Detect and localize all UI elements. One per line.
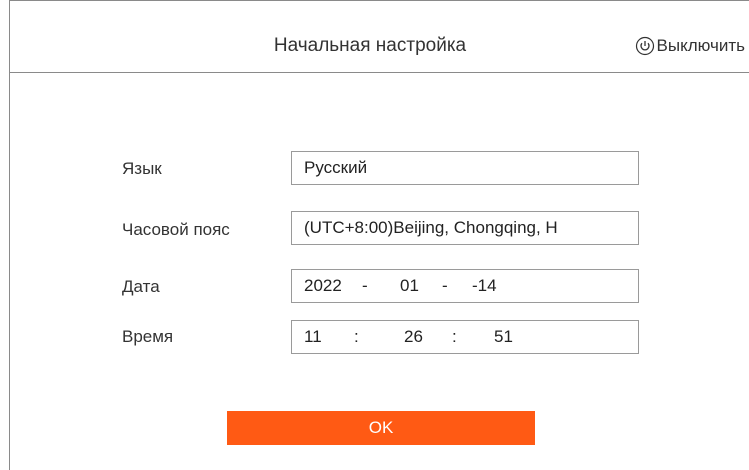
time-separator: : [452, 327, 457, 346]
date-separator: - [442, 276, 448, 295]
language-select[interactable]: Русский [291, 151, 639, 185]
date-separator: - [362, 276, 368, 295]
date-label: Дата [122, 277, 160, 296]
ok-button[interactable]: OK [227, 411, 535, 445]
page-title: Начальная настройка [273, 35, 467, 56]
date-day[interactable]: -14 [472, 276, 497, 296]
time-second[interactable]: 51 [494, 327, 513, 347]
date-month[interactable]: 01 [400, 276, 442, 296]
time-separator: : [354, 327, 359, 346]
timezone-value: (UTC+8:00)Beijing, Chongqing, H [304, 218, 558, 237]
language-label: Язык [122, 159, 162, 178]
time-hour[interactable]: 11 [304, 327, 354, 347]
power-icon [635, 36, 654, 56]
time-minute[interactable]: 26 [404, 327, 452, 347]
time-label: Время [122, 327, 174, 346]
timezone-select[interactable]: (UTC+8:00)Beijing, Chongqing, H [291, 211, 639, 245]
shutdown-button[interactable]: Выключить [635, 36, 745, 56]
time-field[interactable]: 11 : 26 : 51 [291, 320, 639, 354]
date-field[interactable]: 2022 - 01 - -14 [291, 269, 639, 303]
timezone-label: Часовой пояс [122, 220, 230, 239]
language-value: Русский [304, 158, 368, 177]
date-year[interactable]: 2022 [304, 276, 362, 296]
shutdown-label: Выключить [656, 36, 745, 55]
title-bar: Начальная настройка Выключить [9, 0, 749, 73]
